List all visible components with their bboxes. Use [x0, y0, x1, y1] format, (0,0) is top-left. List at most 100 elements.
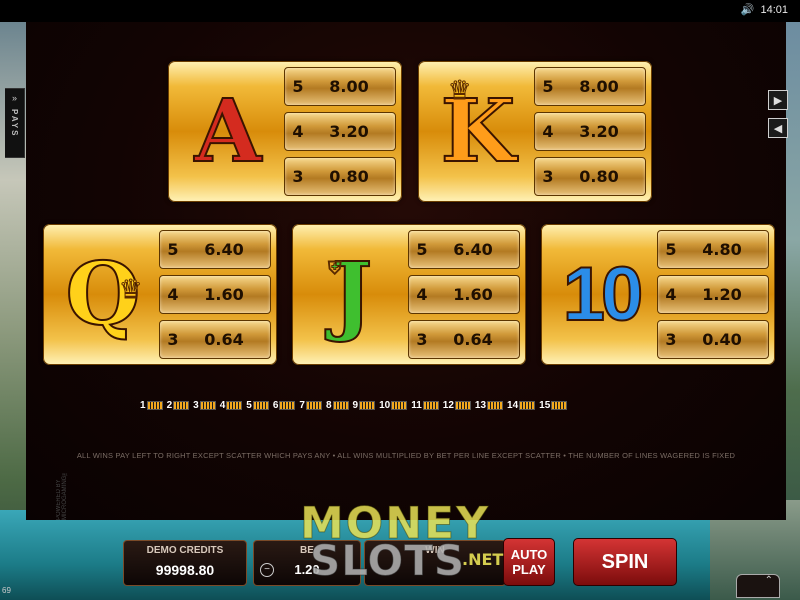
- payline-number: 10: [379, 400, 391, 411]
- corner-label: 69: [2, 586, 11, 595]
- payline-number: 7: [299, 400, 305, 411]
- pay-card-10: 10 5 4.80 4 1.20 3 0.40: [541, 224, 775, 365]
- payline-pattern-icon: [551, 401, 568, 410]
- symbol-a: A: [178, 69, 278, 194]
- pay-rows-j: 5 6.40 4 1.60 3 0.64: [408, 230, 520, 359]
- pay-value: 1.60: [204, 285, 244, 304]
- expand-menu-button[interactable]: ⌃: [736, 574, 780, 598]
- pay-row: 4 1.60: [159, 275, 271, 314]
- symbol-10: 10: [551, 232, 651, 357]
- pay-row: 4 3.20: [534, 112, 646, 151]
- pays-tab[interactable]: » PAYS: [5, 88, 25, 158]
- chevron-up-icon: ⌃: [764, 575, 773, 586]
- pay-row: 3 0.80: [284, 157, 396, 196]
- payline-item: 8: [326, 400, 349, 411]
- pay-value: 3.20: [579, 122, 619, 141]
- credits-label: DEMO CREDITS: [146, 545, 224, 556]
- pay-value: 1.60: [453, 285, 493, 304]
- pay-count: 5: [416, 240, 428, 259]
- next-page-button[interactable]: ▶: [768, 90, 788, 110]
- symbol-k: K ♛: [428, 69, 528, 194]
- pay-value: 0.80: [579, 167, 619, 186]
- pay-count: 3: [167, 330, 179, 349]
- bet-decrease-button[interactable]: −: [260, 563, 274, 577]
- pay-value: 4.80: [702, 240, 742, 259]
- clock: 14:01: [760, 3, 788, 16]
- payline-pattern-icon: [252, 401, 269, 410]
- pay-value: 0.40: [702, 330, 742, 349]
- pay-value: 6.40: [204, 240, 244, 259]
- payline-item: 9: [353, 400, 376, 411]
- pay-count: 3: [292, 167, 304, 186]
- rules-text: ALL WINS PAY LEFT TO RIGHT EXCEPT SCATTE…: [76, 451, 736, 460]
- payline-item: 12: [443, 400, 471, 411]
- pay-rows-q: 5 6.40 4 1.60 3 0.64: [159, 230, 271, 359]
- paylines-strip: 1 2 3 4 5 6 7 8 9 10 11 12 13 14 15: [140, 400, 568, 411]
- pay-value: 3.20: [329, 122, 369, 141]
- pays-tab-label: PAYS: [10, 109, 19, 138]
- payline-number: 2: [166, 400, 173, 411]
- pay-row: 3 0.64: [159, 320, 271, 359]
- pay-value: 0.80: [329, 167, 369, 186]
- spin-button[interactable]: SPIN: [573, 538, 677, 586]
- watermark-net: .NET: [462, 550, 504, 569]
- payline-item: 4: [220, 400, 243, 411]
- watermark-slots: SLOTS: [309, 536, 466, 586]
- pay-count: 4: [167, 285, 179, 304]
- payline-number: 9: [352, 400, 359, 411]
- symbol-j: J ⛨: [302, 232, 402, 357]
- payline-number: 8: [325, 400, 332, 411]
- payline-number: 13: [474, 400, 487, 411]
- pay-count: 3: [542, 167, 554, 186]
- credits-value: 99998.80: [155, 562, 215, 578]
- payline-pattern-icon: [519, 401, 536, 410]
- pay-row: 4 1.60: [408, 275, 520, 314]
- payline-item: 3: [193, 400, 216, 411]
- play-left-icon: ◀: [773, 122, 783, 135]
- pay-row: 3 0.40: [657, 320, 769, 359]
- status-area: 🔊 14:01: [741, 3, 788, 17]
- play-right-icon: ▶: [773, 94, 783, 107]
- payline-item: 15: [539, 400, 568, 411]
- pay-row: 5 8.00: [534, 67, 646, 106]
- payline-item: 10: [379, 400, 408, 411]
- powered-by-label: POWERED BY MICROGAMING™: [56, 469, 68, 520]
- pay-count: 4: [665, 285, 677, 304]
- pay-card-k: K ♛ 5 8.00 4 3.20 3 0.80: [418, 61, 652, 202]
- payline-pattern-icon: [199, 401, 216, 410]
- payline-pattern-icon: [173, 401, 190, 410]
- payline-number: 5: [246, 400, 252, 411]
- pay-count: 3: [416, 330, 428, 349]
- payline-pattern-icon: [332, 401, 349, 410]
- payline-item: 7: [299, 400, 322, 411]
- payline-item: 13: [474, 400, 504, 411]
- prev-page-button[interactable]: ◀: [768, 118, 788, 138]
- pay-row: 4 1.20: [657, 275, 769, 314]
- pay-row: 5 6.40: [159, 230, 271, 269]
- speaker-icon[interactable]: 🔊: [741, 3, 755, 16]
- moneyslots-watermark: MONEY SLOTS .NET: [300, 498, 520, 588]
- pay-count: 3: [665, 330, 677, 349]
- pay-value: 8.00: [579, 77, 619, 96]
- symbol-10-text: 10: [562, 251, 645, 337]
- double-chevron-right-icon: »: [11, 93, 17, 103]
- pay-count: 4: [292, 122, 304, 141]
- payline-item: 14: [507, 400, 536, 411]
- demo-credits-display: DEMO CREDITS 99998.80: [123, 540, 247, 586]
- payline-item: 6: [273, 400, 296, 411]
- payline-pattern-icon: [305, 401, 322, 410]
- payline-pattern-icon: [359, 401, 376, 410]
- pay-value: 1.20: [702, 285, 742, 304]
- pay-row: 4 3.20: [284, 112, 396, 151]
- pay-count: 5: [292, 77, 304, 96]
- symbol-q: Q ♛: [53, 232, 153, 357]
- pay-row: 5 8.00: [284, 67, 396, 106]
- pay-row: 3 0.64: [408, 320, 520, 359]
- pay-count: 5: [167, 240, 179, 259]
- pay-count: 4: [416, 285, 428, 304]
- pay-count: 5: [665, 240, 677, 259]
- shield-icon: ⛨: [328, 258, 342, 279]
- pay-row: 3 0.80: [534, 157, 646, 196]
- payline-item: 2: [167, 400, 190, 411]
- payline-pattern-icon: [146, 401, 163, 410]
